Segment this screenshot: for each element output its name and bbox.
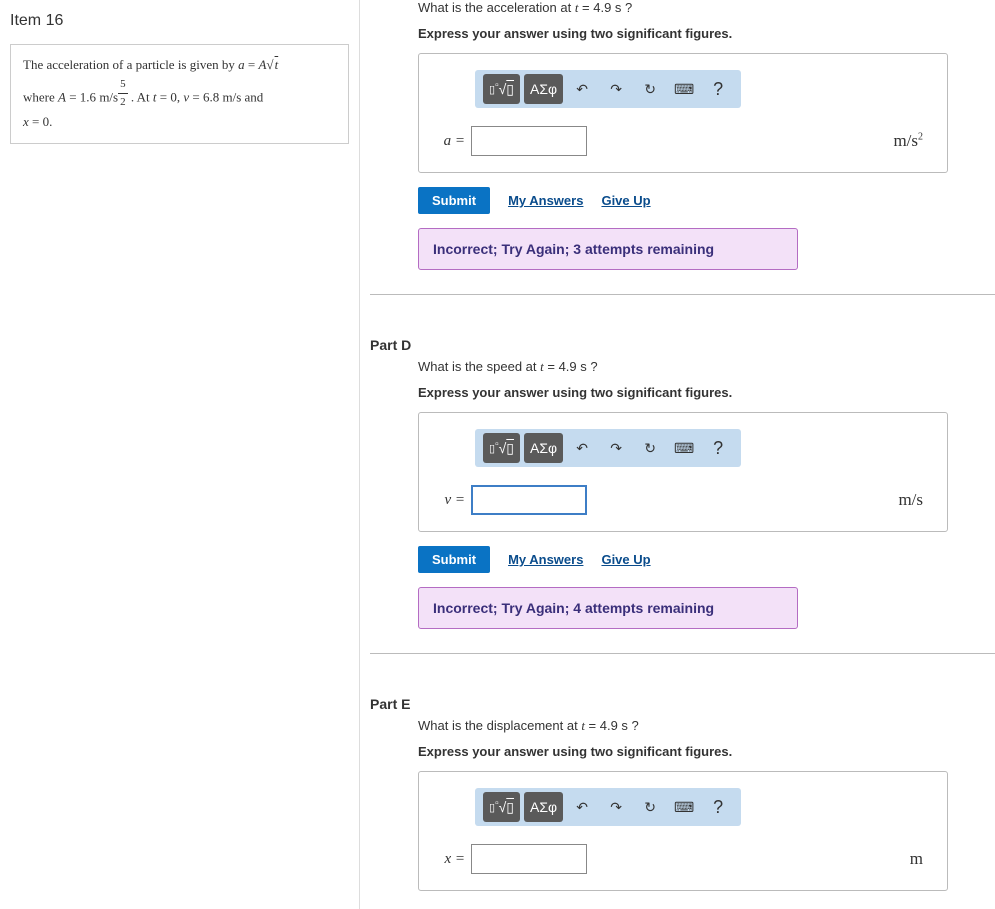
- x0-x: x: [23, 114, 29, 129]
- equation-a: a: [238, 57, 245, 72]
- problem-statement: The acceleration of a particle is given …: [10, 44, 349, 144]
- units-label: m/s2: [893, 131, 929, 151]
- fraction-exponent: 52: [118, 76, 128, 112]
- prompt-text: .: [49, 114, 52, 129]
- reset-button[interactable]: ↻: [635, 74, 665, 104]
- const-A-units: m/s: [99, 90, 118, 105]
- question-text: What is the displacement at t = 4.9 s ?: [418, 718, 975, 734]
- part-c: What is the acceleration at t = 4.9 s ? …: [370, 0, 995, 329]
- greek-button[interactable]: ΑΣφ: [524, 792, 563, 822]
- my-answers-link[interactable]: My Answers: [508, 552, 583, 567]
- units-label: m/s: [898, 490, 929, 510]
- templates-button[interactable]: ▯▫√▯: [483, 792, 520, 822]
- variable-label: a =: [437, 133, 465, 150]
- equation-toolbar: ▯▫√▯ ΑΣφ ↶ ↷ ↻ ⌨ ?: [475, 788, 741, 826]
- answer-input[interactable]: [471, 126, 587, 156]
- answer-row: a = m/s2: [437, 126, 929, 156]
- equation-toolbar: ▯▫√▯ ΑΣφ ↶ ↷ ↻ ⌨ ?: [475, 70, 741, 108]
- divider: [370, 653, 995, 654]
- keyboard-button[interactable]: ⌨: [669, 792, 699, 822]
- prompt-text: . At: [128, 90, 153, 105]
- keyboard-button[interactable]: ⌨: [669, 74, 699, 104]
- v0-v: v: [183, 90, 189, 105]
- help-button[interactable]: ?: [703, 792, 733, 822]
- help-button[interactable]: ?: [703, 433, 733, 463]
- redo-button[interactable]: ↷: [601, 74, 631, 104]
- redo-button[interactable]: ↷: [601, 792, 631, 822]
- give-up-link[interactable]: Give Up: [601, 193, 650, 208]
- part-label: Part D: [370, 337, 995, 353]
- equation-sqrt-t: t: [274, 57, 279, 72]
- answer-panel: ▯▫√▯ ΑΣφ ↶ ↷ ↻ ⌨ ? x = m: [418, 771, 948, 891]
- prompt-text: where: [23, 90, 58, 105]
- part-label: Part E: [370, 696, 995, 712]
- actions-row: Submit My Answers Give Up: [418, 187, 975, 214]
- answer-panel: ▯▫√▯ ΑΣφ ↶ ↷ ↻ ⌨ ? v = m/s: [418, 412, 948, 532]
- question-text: What is the acceleration at t = 4.9 s ?: [418, 0, 975, 16]
- prompt-text: The acceleration of a particle is given …: [23, 57, 238, 72]
- greek-button[interactable]: ΑΣφ: [524, 433, 563, 463]
- templates-button[interactable]: ▯▫√▯: [483, 433, 520, 463]
- undo-button[interactable]: ↶: [567, 74, 597, 104]
- reset-button[interactable]: ↻: [635, 433, 665, 463]
- feedback-box: Incorrect; Try Again; 3 attempts remaini…: [418, 228, 798, 270]
- instruction-text: Express your answer using two significan…: [418, 385, 975, 400]
- instruction-text: Express your answer using two significan…: [418, 26, 975, 41]
- answer-row: x = m: [437, 844, 929, 874]
- answer-input[interactable]: [471, 844, 587, 874]
- answer-panel: ▯▫√▯ ΑΣφ ↶ ↷ ↻ ⌨ ? a = m/s2: [418, 53, 948, 173]
- question-text: What is the speed at t = 4.9 s ?: [418, 359, 975, 375]
- divider: [370, 294, 995, 295]
- give-up-link[interactable]: Give Up: [601, 552, 650, 567]
- const-A-value: = 1.6: [66, 90, 99, 105]
- undo-button[interactable]: ↶: [567, 433, 597, 463]
- prompt-text: and: [241, 90, 263, 105]
- submit-button[interactable]: Submit: [418, 546, 490, 573]
- submit-button[interactable]: Submit: [418, 187, 490, 214]
- instruction-text: Express your answer using two significan…: [418, 744, 975, 759]
- equation-A: A: [258, 57, 266, 72]
- help-button[interactable]: ?: [703, 74, 733, 104]
- equation-toolbar: ▯▫√▯ ΑΣφ ↶ ↷ ↻ ⌨ ?: [475, 429, 741, 467]
- part-d: Part D What is the speed at t = 4.9 s ? …: [370, 337, 995, 688]
- variable-label: v =: [437, 492, 465, 509]
- answer-row: v = m/s: [437, 485, 929, 515]
- keyboard-button[interactable]: ⌨: [669, 433, 699, 463]
- const-A: A: [58, 90, 66, 105]
- actions-row: Submit My Answers Give Up: [418, 546, 975, 573]
- units-label: m: [910, 849, 929, 869]
- templates-button[interactable]: ▯▫√▯: [483, 74, 520, 104]
- answer-input[interactable]: [471, 485, 587, 515]
- part-e: Part E What is the displacement at t = 4…: [370, 696, 995, 909]
- reset-button[interactable]: ↻: [635, 792, 665, 822]
- my-answers-link[interactable]: My Answers: [508, 193, 583, 208]
- undo-button[interactable]: ↶: [567, 792, 597, 822]
- greek-button[interactable]: ΑΣφ: [524, 74, 563, 104]
- variable-label: x =: [437, 851, 465, 868]
- t0: t: [153, 90, 157, 105]
- feedback-box: Incorrect; Try Again; 4 attempts remaini…: [418, 587, 798, 629]
- item-title: Item 16: [10, 12, 349, 30]
- right-panel: What is the acceleration at t = 4.9 s ? …: [360, 0, 995, 909]
- left-panel: Item 16 The acceleration of a particle i…: [0, 0, 360, 909]
- redo-button[interactable]: ↷: [601, 433, 631, 463]
